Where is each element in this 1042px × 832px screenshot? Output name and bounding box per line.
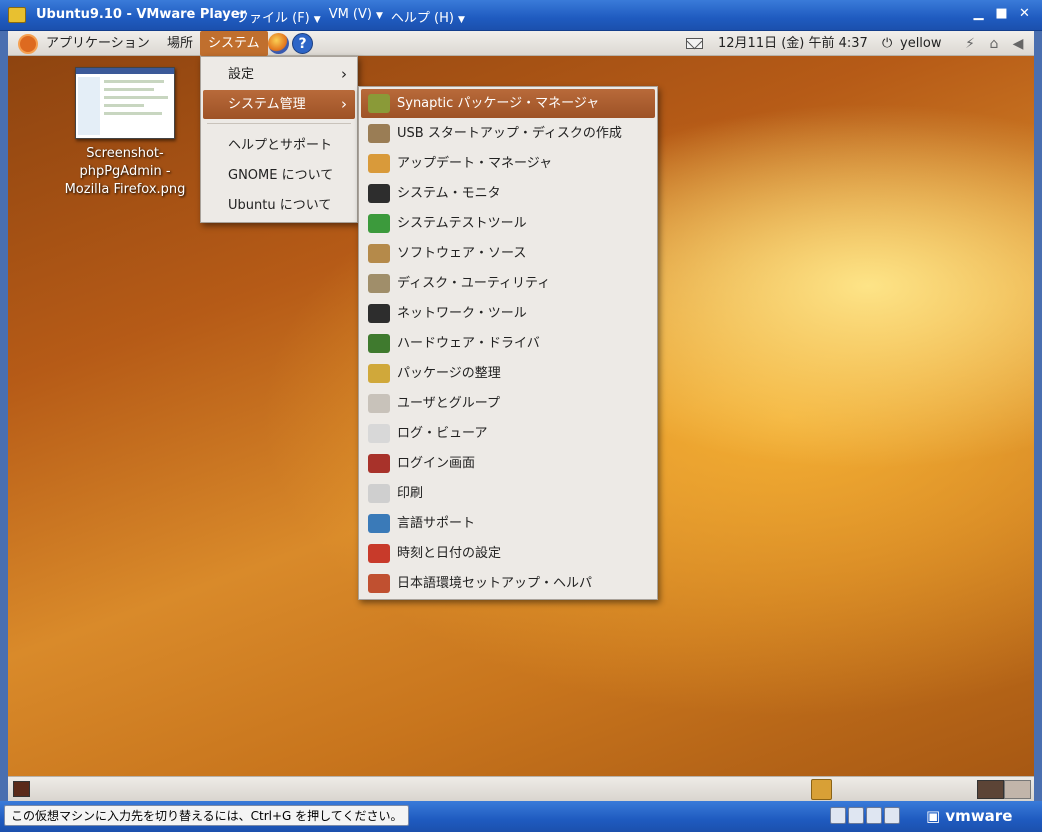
menu-file[interactable]: ファイル (F) ▼ <box>236 7 321 26</box>
system-menu-button[interactable]: システム <box>200 31 268 56</box>
software-sources-icon <box>368 244 390 263</box>
workspace-1[interactable] <box>977 780 1004 799</box>
menu-item-about-gnome[interactable]: GNOME について <box>203 161 355 190</box>
vmware-statusbar: この仮想マシンに入力先を切り替えるには、Ctrl+G を押してください。 ▣ v… <box>0 801 1042 832</box>
mail-icon[interactable] <box>686 38 703 49</box>
maximize-icon[interactable]: ■ <box>994 6 1009 21</box>
menu-item-language-support[interactable]: 言語サポート <box>361 509 655 538</box>
log-viewer-icon <box>368 424 390 443</box>
menu-help[interactable]: ヘルプ (H) ▼ <box>391 7 465 26</box>
update-icon <box>368 154 390 173</box>
menu-vm[interactable]: VM (V) ▼ <box>329 7 383 26</box>
menu-item-update-manager[interactable]: アップデート・マネージャ <box>361 149 655 178</box>
menu-item-log-viewer[interactable]: ログ・ビューア <box>361 419 655 448</box>
window-title: Ubuntu9.10 - VMware Player <box>36 7 246 22</box>
menu-item-hardware-drivers[interactable]: ハードウェア・ドライバ <box>361 329 655 358</box>
menu-item-administration[interactable]: システム管理 › <box>203 90 355 119</box>
ubuntu-logo-icon <box>18 34 38 54</box>
menu-item-network-tools[interactable]: ネットワーク・ツール <box>361 299 655 328</box>
status-message: この仮想マシンに入力先を切り替えるには、Ctrl+G を押してください。 <box>4 805 410 826</box>
minimize-icon[interactable]: ▁ <box>971 6 986 21</box>
vmware-titlebar: Ubuntu9.10 - VMware Player ファイル (F) ▼ VM … <box>0 0 1042 31</box>
monitor-icon <box>368 184 390 203</box>
volume-icon[interactable]: ◀ <box>1010 36 1026 52</box>
show-desktop-icon[interactable] <box>13 781 30 797</box>
cd-drive-icon[interactable] <box>848 807 864 824</box>
menu-item-login-screen[interactable]: ログイン画面 <box>361 449 655 478</box>
top-panel: アプリケーション 場所 システム ? 12月11日 (金) 午前 4:37 ⏻ … <box>8 31 1034 56</box>
network-adapter-icon[interactable] <box>866 807 882 824</box>
menu-separator <box>207 123 351 124</box>
desktop-file-label: Screenshot- phpPgAdmin - Mozilla Firefox… <box>64 146 186 197</box>
menu-item-time-date[interactable]: 時刻と日付の設定 <box>361 539 655 568</box>
printer-icon <box>368 484 390 503</box>
network-icon[interactable]: ⌂ <box>986 36 1002 52</box>
menu-item-synaptic[interactable]: Synaptic パッケージ・マネージャ <box>361 89 655 118</box>
menu-item-about-ubuntu[interactable]: Ubuntu について <box>203 191 355 220</box>
help-icon[interactable]: ? <box>292 33 313 54</box>
administration-submenu: Synaptic パッケージ・マネージャ USB スタートアップ・ディスクの作成… <box>358 86 658 600</box>
menu-item-system-testing[interactable]: システムテストツール <box>361 209 655 238</box>
menu-item-help-support[interactable]: ヘルプとサポート <box>203 131 355 160</box>
chevron-down-icon: ▼ <box>457 15 465 25</box>
time-date-icon <box>368 544 390 563</box>
vmware-app-icon <box>8 7 26 23</box>
places-menu[interactable]: 場所 <box>167 31 193 56</box>
package-icon <box>368 94 390 113</box>
users-icon <box>368 394 390 413</box>
menu-item-users-groups[interactable]: ユーザとグループ <box>361 389 655 418</box>
menu-item-disk-utility[interactable]: ディスク・ユーティリティ <box>361 269 655 298</box>
chevron-down-icon: ▼ <box>313 15 321 25</box>
hardware-icon <box>368 334 390 353</box>
screenshot-thumbnail <box>75 67 175 139</box>
applications-menu[interactable]: アプリケーション <box>46 31 150 56</box>
vmware-menubar: ファイル (F) ▼ VM (V) ▼ ヘルプ (H) ▼ <box>236 7 465 26</box>
login-screen-icon <box>368 454 390 473</box>
usb-disk-icon <box>368 124 390 143</box>
vmware-logo: ▣ vmware <box>926 807 1013 825</box>
menu-item-printing[interactable]: 印刷 <box>361 479 655 508</box>
clock[interactable]: 12月11日 (金) 午前 4:37 <box>718 31 868 56</box>
network-disconnected-icon[interactable]: ⚡ <box>962 36 978 52</box>
network-tools-icon <box>368 304 390 323</box>
guest-screen[interactable]: アプリケーション 場所 システム ? 12月11日 (金) 午前 4:37 ⏻ … <box>8 31 1034 801</box>
menu-item-japanese-setup[interactable]: 日本語環境セットアップ・ヘルパ <box>361 569 655 598</box>
hard-disk-icon[interactable] <box>830 807 846 824</box>
trash-icon[interactable] <box>811 779 832 800</box>
broom-icon <box>368 364 390 383</box>
disk-icon <box>368 274 390 293</box>
system-dropdown-menu: 設定 › システム管理 › ヘルプとサポート GNOME について Ubuntu に… <box>200 56 358 223</box>
menu-item-software-sources[interactable]: ソフトウェア・ソース <box>361 239 655 268</box>
chevron-right-icon: › <box>341 95 347 113</box>
firefox-icon[interactable] <box>268 33 289 54</box>
menu-item-computer-janitor[interactable]: パッケージの整理 <box>361 359 655 388</box>
window-controls: ▁ ■ ✕ <box>971 6 1032 21</box>
chevron-down-icon: ▼ <box>375 11 383 21</box>
japanese-setup-icon <box>368 574 390 593</box>
desktop-file-icon[interactable]: Screenshot- phpPgAdmin - Mozilla Firefox… <box>64 67 186 199</box>
usb-device-icon[interactable] <box>884 807 900 824</box>
chevron-right-icon: › <box>341 65 347 83</box>
bottom-panel <box>8 776 1034 801</box>
language-icon <box>368 514 390 533</box>
menu-item-system-monitor[interactable]: システム・モニタ <box>361 179 655 208</box>
checklist-icon <box>368 214 390 233</box>
user-name[interactable]: yellow <box>900 31 942 56</box>
menu-item-usb-creator[interactable]: USB スタートアップ・ディスクの作成 <box>361 119 655 148</box>
menu-item-settings[interactable]: 設定 › <box>203 60 355 89</box>
workspace-2[interactable] <box>1004 780 1031 799</box>
power-icon[interactable]: ⏻ <box>882 31 892 56</box>
close-icon[interactable]: ✕ <box>1017 6 1032 21</box>
